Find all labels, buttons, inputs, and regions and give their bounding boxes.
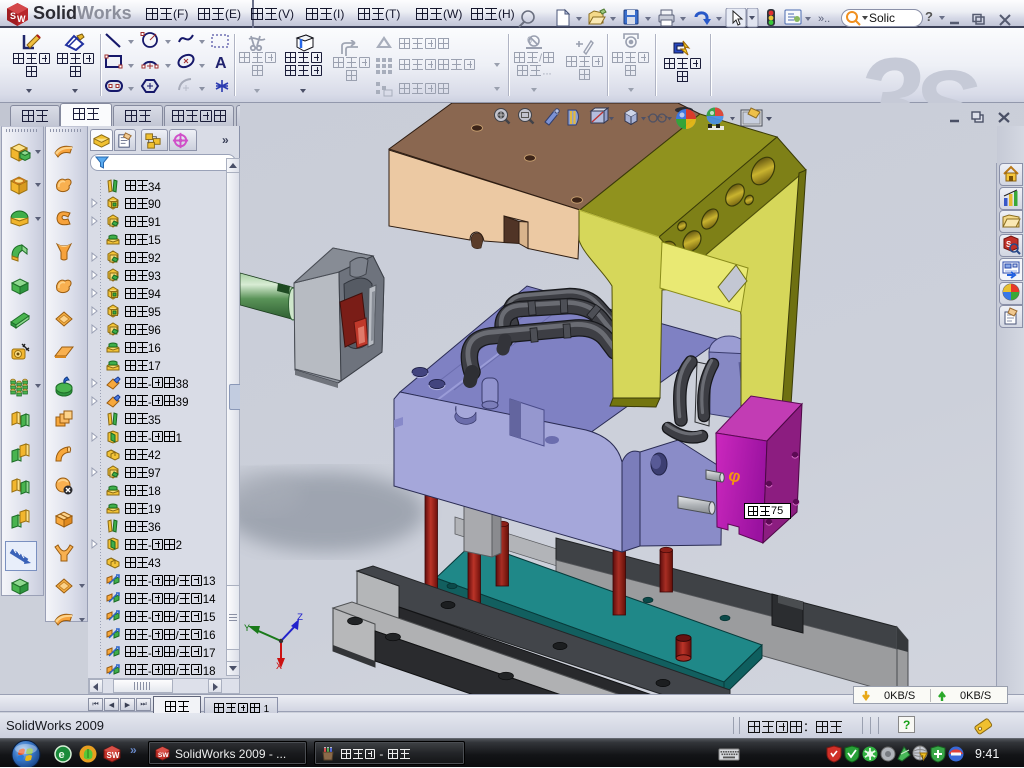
- svg-text:Y: Y: [244, 624, 250, 635]
- svg-text:?: ?: [903, 718, 910, 732]
- svg-text:»..: »..: [818, 13, 830, 25]
- svg-text:S: S: [10, 11, 16, 21]
- svg-text:Z: Z: [297, 613, 303, 624]
- svg-text:SW: SW: [158, 752, 169, 759]
- svg-text:e: e: [59, 749, 65, 761]
- svg-text:A: A: [215, 55, 227, 72]
- svg-text:6: 6: [527, 35, 532, 45]
- svg-text:W: W: [17, 14, 26, 24]
- svg-text:SW: SW: [107, 751, 120, 760]
- svg-text:X: X: [276, 662, 282, 673]
